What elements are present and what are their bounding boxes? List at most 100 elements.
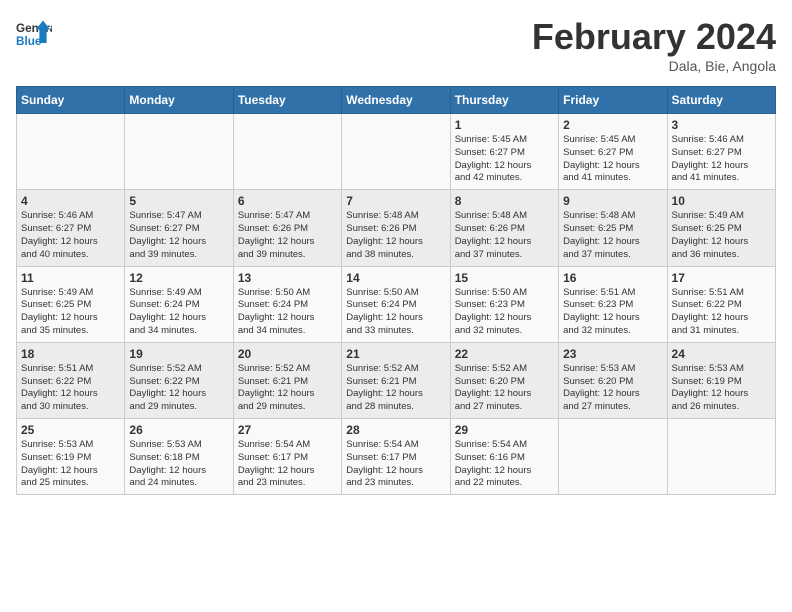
day-info: Sunrise: 5:52 AMSunset: 6:21 PMDaylight:… xyxy=(238,363,337,414)
table-row: 4 Sunrise: 5:46 AMSunset: 6:27 PMDaylight… xyxy=(17,190,125,266)
day-info: Sunrise: 5:45 AMSunset: 6:27 PMDaylight:… xyxy=(455,134,554,185)
day-number: 24 xyxy=(672,347,771,361)
table-row: 12Sunrise: 5:49 AMSunset: 6:24 PMDayligh… xyxy=(125,266,233,342)
table-row: 22 Sunrise: 5:52 AMSunset: 6:20 PMDayligh… xyxy=(450,342,558,418)
day-number: 20 xyxy=(238,347,337,361)
day-info: Sunrise: 5:46 AMSunset: 6:27 PMDaylight:… xyxy=(21,210,120,261)
table-row: 17Sunrise: 5:51 AMSunset: 6:22 PMDayligh… xyxy=(667,266,775,342)
table-row: 19 Sunrise: 5:52 AMSunset: 6:22 PMDayligh… xyxy=(125,342,233,418)
week-row-4: 18 Sunrise: 5:51 AMSunset: 6:22 PMDayligh… xyxy=(17,342,776,418)
table-row: 6 Sunrise: 5:47 AMSunset: 6:26 PMDaylight… xyxy=(233,190,341,266)
table-row: 24Sunrise: 5:53 AMSunset: 6:19 PMDayligh… xyxy=(667,342,775,418)
svg-text:Blue: Blue xyxy=(16,35,42,48)
day-number: 8 xyxy=(455,194,554,208)
day-info: Sunrise: 5:50 AMSunset: 6:23 PMDaylight:… xyxy=(455,287,554,338)
weekday-header-wednesday: Wednesday xyxy=(342,87,450,114)
day-info: Sunrise: 5:52 AMSunset: 6:22 PMDaylight:… xyxy=(129,363,228,414)
weekday-header-tuesday: Tuesday xyxy=(233,87,341,114)
table-row: 28 Sunrise: 5:54 AMSunset: 6:17 PMDayligh… xyxy=(342,419,450,495)
day-number: 2 xyxy=(563,118,662,132)
day-info: Sunrise: 5:45 AMSunset: 6:27 PMDaylight:… xyxy=(563,134,662,185)
table-row: 2 Sunrise: 5:45 AMSunset: 6:27 PMDaylight… xyxy=(559,114,667,190)
logo: General Blue xyxy=(16,16,52,52)
day-info: Sunrise: 5:47 AMSunset: 6:26 PMDaylight:… xyxy=(238,210,337,261)
day-number: 29 xyxy=(455,423,554,437)
day-number: 26 xyxy=(129,423,228,437)
week-row-3: 11Sunrise: 5:49 AMSunset: 6:25 PMDayligh… xyxy=(17,266,776,342)
day-info: Sunrise: 5:52 AMSunset: 6:20 PMDaylight:… xyxy=(455,363,554,414)
day-info: Sunrise: 5:53 AMSunset: 6:20 PMDaylight:… xyxy=(563,363,662,414)
table-row: 13 Sunrise: 5:50 AMSunset: 6:24 PMDayligh… xyxy=(233,266,341,342)
day-info: Sunrise: 5:52 AMSunset: 6:21 PMDaylight:… xyxy=(346,363,445,414)
table-row: 14 Sunrise: 5:50 AMSunset: 6:24 PMDayligh… xyxy=(342,266,450,342)
day-info: Sunrise: 5:50 AMSunset: 6:24 PMDaylight:… xyxy=(346,287,445,338)
table-row: 18 Sunrise: 5:51 AMSunset: 6:22 PMDayligh… xyxy=(17,342,125,418)
table-row: 8 Sunrise: 5:48 AMSunset: 6:26 PMDaylight… xyxy=(450,190,558,266)
day-info: Sunrise: 5:54 AMSunset: 6:17 PMDaylight:… xyxy=(238,439,337,490)
day-info: Sunrise: 5:47 AMSunset: 6:27 PMDaylight:… xyxy=(129,210,228,261)
day-number: 27 xyxy=(238,423,337,437)
table-row: 10 Sunrise: 5:49 AMSunset: 6:25 PMDayligh… xyxy=(667,190,775,266)
calendar-table: SundayMondayTuesdayWednesdayThursdayFrid… xyxy=(16,86,776,495)
day-info: Sunrise: 5:50 AMSunset: 6:24 PMDaylight:… xyxy=(238,287,337,338)
table-row: 5 Sunrise: 5:47 AMSunset: 6:27 PMDaylight… xyxy=(125,190,233,266)
table-row: 27 Sunrise: 5:54 AMSunset: 6:17 PMDayligh… xyxy=(233,419,341,495)
day-info: Sunrise: 5:53 AMSunset: 6:18 PMDaylight:… xyxy=(129,439,228,490)
table-row: 26 Sunrise: 5:53 AMSunset: 6:18 PMDayligh… xyxy=(125,419,233,495)
day-number: 25 xyxy=(21,423,120,437)
week-row-2: 4 Sunrise: 5:46 AMSunset: 6:27 PMDaylight… xyxy=(17,190,776,266)
day-info: Sunrise: 5:51 AMSunset: 6:22 PMDaylight:… xyxy=(672,287,771,338)
weekday-header-thursday: Thursday xyxy=(450,87,558,114)
table-row xyxy=(233,114,341,190)
day-number: 1 xyxy=(455,118,554,132)
calendar-body: 1 Sunrise: 5:45 AMSunset: 6:27 PMDaylight… xyxy=(17,114,776,495)
day-info: Sunrise: 5:51 AMSunset: 6:23 PMDaylight:… xyxy=(563,287,662,338)
weekday-header-sunday: Sunday xyxy=(17,87,125,114)
day-number: 15 xyxy=(455,271,554,285)
day-number: 19 xyxy=(129,347,228,361)
table-row: 20 Sunrise: 5:52 AMSunset: 6:21 PMDayligh… xyxy=(233,342,341,418)
page-header: General Blue February 2024 Dala, Bie, An… xyxy=(16,16,776,74)
table-row xyxy=(667,419,775,495)
table-row: 23 Sunrise: 5:53 AMSunset: 6:20 PMDayligh… xyxy=(559,342,667,418)
calendar-header: SundayMondayTuesdayWednesdayThursdayFrid… xyxy=(17,87,776,114)
day-number: 18 xyxy=(21,347,120,361)
day-number: 6 xyxy=(238,194,337,208)
day-number: 14 xyxy=(346,271,445,285)
day-number: 3 xyxy=(672,118,771,132)
week-row-1: 1 Sunrise: 5:45 AMSunset: 6:27 PMDaylight… xyxy=(17,114,776,190)
day-number: 4 xyxy=(21,194,120,208)
day-number: 23 xyxy=(563,347,662,361)
day-number: 9 xyxy=(563,194,662,208)
table-row: 11Sunrise: 5:49 AMSunset: 6:25 PMDayligh… xyxy=(17,266,125,342)
day-info: Sunrise: 5:54 AMSunset: 6:17 PMDaylight:… xyxy=(346,439,445,490)
day-number: 16 xyxy=(563,271,662,285)
day-info: Sunrise: 5:48 AMSunset: 6:25 PMDaylight:… xyxy=(563,210,662,261)
weekday-header-friday: Friday xyxy=(559,87,667,114)
day-number: 13 xyxy=(238,271,337,285)
table-row xyxy=(17,114,125,190)
day-info: Sunrise: 5:46 AMSunset: 6:27 PMDaylight:… xyxy=(672,134,771,185)
day-info: Sunrise: 5:51 AMSunset: 6:22 PMDaylight:… xyxy=(21,363,120,414)
day-number: 28 xyxy=(346,423,445,437)
weekday-header-row: SundayMondayTuesdayWednesdayThursdayFrid… xyxy=(17,87,776,114)
day-number: 22 xyxy=(455,347,554,361)
month-title: February 2024 xyxy=(532,16,776,58)
table-row: 25 Sunrise: 5:53 AMSunset: 6:19 PMDayligh… xyxy=(17,419,125,495)
table-row: 15 Sunrise: 5:50 AMSunset: 6:23 PMDayligh… xyxy=(450,266,558,342)
week-row-5: 25 Sunrise: 5:53 AMSunset: 6:19 PMDayligh… xyxy=(17,419,776,495)
table-row: 29 Sunrise: 5:54 AMSunset: 6:16 PMDayligh… xyxy=(450,419,558,495)
day-number: 10 xyxy=(672,194,771,208)
table-row: 3 Sunrise: 5:46 AMSunset: 6:27 PMDaylight… xyxy=(667,114,775,190)
table-row: 9 Sunrise: 5:48 AMSunset: 6:25 PMDaylight… xyxy=(559,190,667,266)
table-row xyxy=(125,114,233,190)
table-row xyxy=(559,419,667,495)
day-info: Sunrise: 5:54 AMSunset: 6:16 PMDaylight:… xyxy=(455,439,554,490)
table-row: 21Sunrise: 5:52 AMSunset: 6:21 PMDayligh… xyxy=(342,342,450,418)
table-row: 16 Sunrise: 5:51 AMSunset: 6:23 PMDayligh… xyxy=(559,266,667,342)
day-number: 11 xyxy=(21,271,120,285)
day-info: Sunrise: 5:49 AMSunset: 6:25 PMDaylight:… xyxy=(672,210,771,261)
day-info: Sunrise: 5:48 AMSunset: 6:26 PMDaylight:… xyxy=(455,210,554,261)
day-number: 5 xyxy=(129,194,228,208)
day-info: Sunrise: 5:53 AMSunset: 6:19 PMDaylight:… xyxy=(21,439,120,490)
